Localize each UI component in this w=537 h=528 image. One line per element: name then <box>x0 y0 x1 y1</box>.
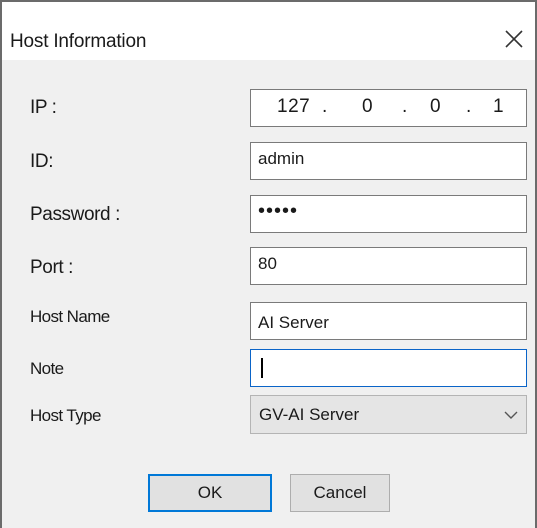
port-field[interactable]: 80 <box>250 247 527 285</box>
password-field[interactable]: ••••• <box>250 195 527 233</box>
host-information-dialog: Host Information IP : 127 . 0 . 0 . 1 ID… <box>0 0 537 528</box>
host-name-value: AI Server <box>258 313 329 332</box>
host-type-dropdown[interactable]: GV-AI Server <box>250 395 527 434</box>
close-button[interactable] <box>497 22 531 56</box>
note-label: Note <box>30 359 64 378</box>
id-field[interactable]: admin <box>250 142 527 180</box>
password-masked-value: ••••• <box>258 200 299 222</box>
ip-address-field[interactable]: 127 . 0 . 0 . 1 <box>250 89 527 127</box>
ip-octet-2[interactable]: 0 <box>362 96 373 118</box>
ip-octet-1[interactable]: 127 <box>277 96 310 118</box>
ok-button[interactable]: OK <box>148 474 272 512</box>
dialog-title: Host Information <box>10 31 147 52</box>
id-label: ID: <box>30 151 54 172</box>
ip-dot-2: . <box>402 96 408 117</box>
close-icon <box>505 30 523 48</box>
ip-octet-4[interactable]: 1 <box>493 96 504 118</box>
port-label: Port : <box>30 257 74 278</box>
chevron-down-icon <box>504 411 518 419</box>
id-value: admin <box>258 149 305 168</box>
host-name-label: Host Name <box>30 307 110 326</box>
password-label: Password : <box>30 204 120 225</box>
ip-label: IP : <box>30 97 57 118</box>
ip-dot-3: . <box>466 96 472 117</box>
host-type-selected-value: GV-AI Server <box>259 405 360 424</box>
host-type-label: Host Type <box>30 406 101 425</box>
port-value: 80 <box>258 254 277 273</box>
host-name-field[interactable]: AI Server <box>250 302 527 340</box>
cancel-button[interactable]: Cancel <box>290 474 390 512</box>
title-bar: Host Information <box>2 2 535 60</box>
text-caret <box>261 358 263 378</box>
note-field[interactable] <box>250 349 527 387</box>
ip-dot-1: . <box>322 96 328 117</box>
ip-octet-3[interactable]: 0 <box>430 96 441 118</box>
